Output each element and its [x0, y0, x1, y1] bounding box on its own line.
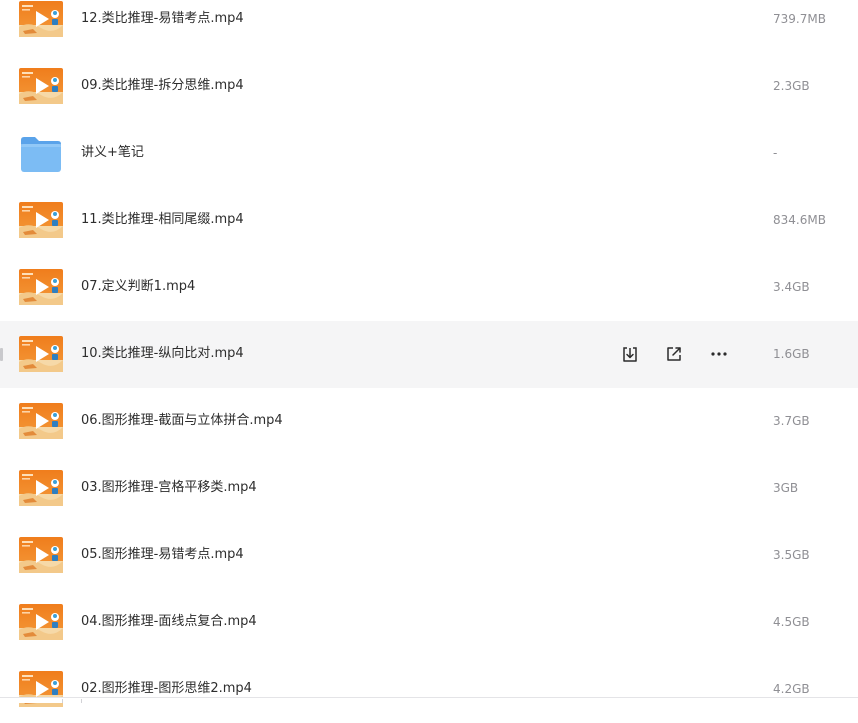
video-thumbnail-icon — [19, 68, 63, 104]
file-size: 3GB — [773, 481, 799, 495]
bottom-scrollbar[interactable] — [0, 697, 858, 703]
file-size: 3.4GB — [773, 280, 810, 294]
video-thumbnail-icon — [19, 269, 63, 305]
file-row[interactable]: 03.图形推理-宫格平移类.mp4 3GB — [0, 455, 858, 522]
file-name[interactable]: 09.类比推理-拆分思维.mp4 — [81, 77, 244, 95]
file-size: 2.3GB — [773, 79, 810, 93]
file-size: 4.5GB — [773, 615, 810, 629]
file-row[interactable]: 05.图形推理-易错考点.mp4 3.5GB — [0, 522, 858, 589]
file-name[interactable]: 10.类比推理-纵向比对.mp4 — [81, 345, 244, 363]
file-size: 1.6GB — [773, 347, 810, 361]
video-thumbnail-icon — [19, 604, 63, 640]
file-row[interactable]: 02.图形推理-图形思维2.mp4 4.2GB — [0, 656, 858, 723]
file-name[interactable]: 04.图形推理-面线点复合.mp4 — [81, 613, 257, 631]
file-row[interactable]: 10.类比推理-纵向比对.mp4 1.6GB — [0, 321, 858, 388]
file-row[interactable]: 12.类比推理-易错考点.mp4 739.7MB — [0, 0, 858, 53]
file-name[interactable]: 03.图形推理-宫格平移类.mp4 — [81, 479, 257, 497]
video-thumbnail-icon — [19, 336, 63, 372]
file-list: 12.类比推理-易错考点.mp4 739.7MB 09.类比推理-拆分思维.mp4… — [0, 0, 858, 723]
file-size: - — [773, 146, 778, 160]
video-thumbnail-icon — [19, 202, 63, 238]
file-size: 3.5GB — [773, 548, 810, 562]
more-icon[interactable] — [707, 341, 731, 367]
file-row[interactable]: 06.图形推理-截面与立体拼合.mp4 3.7GB — [0, 388, 858, 455]
file-name[interactable]: 12.类比推理-易错考点.mp4 — [81, 10, 244, 28]
file-name[interactable]: 07.定义判断1.mp4 — [81, 278, 195, 296]
file-name[interactable]: 11.类比推理-相同尾缀.mp4 — [81, 211, 244, 229]
row-checkbox-handle[interactable] — [0, 348, 3, 361]
video-thumbnail-icon — [19, 403, 63, 439]
download-icon[interactable] — [618, 341, 642, 367]
file-size: 3.7GB — [773, 414, 810, 428]
video-thumbnail-icon — [19, 470, 63, 506]
folder-row[interactable]: 讲义+笔记 - — [0, 120, 858, 187]
file-name[interactable]: 05.图形推理-易错考点.mp4 — [81, 546, 244, 564]
file-size: 4.2GB — [773, 682, 810, 696]
file-row[interactable]: 09.类比推理-拆分思维.mp4 2.3GB — [0, 53, 858, 120]
file-name[interactable]: 02.图形推理-图形思维2.mp4 — [81, 680, 252, 698]
video-thumbnail-icon — [19, 1, 63, 37]
folder-icon — [19, 134, 63, 174]
file-size: 834.6MB — [773, 213, 826, 227]
file-name[interactable]: 06.图形推理-截面与立体拼合.mp4 — [81, 412, 283, 430]
share-icon[interactable] — [662, 341, 686, 367]
file-name[interactable]: 讲义+笔记 — [81, 144, 144, 162]
video-thumbnail-icon — [19, 537, 63, 573]
file-row[interactable]: 07.定义判断1.mp4 3.4GB — [0, 254, 858, 321]
file-row[interactable]: 11.类比推理-相同尾缀.mp4 834.6MB — [0, 187, 858, 254]
file-row[interactable]: 04.图形推理-面线点复合.mp4 4.5GB — [0, 589, 858, 656]
file-size: 739.7MB — [773, 12, 826, 26]
